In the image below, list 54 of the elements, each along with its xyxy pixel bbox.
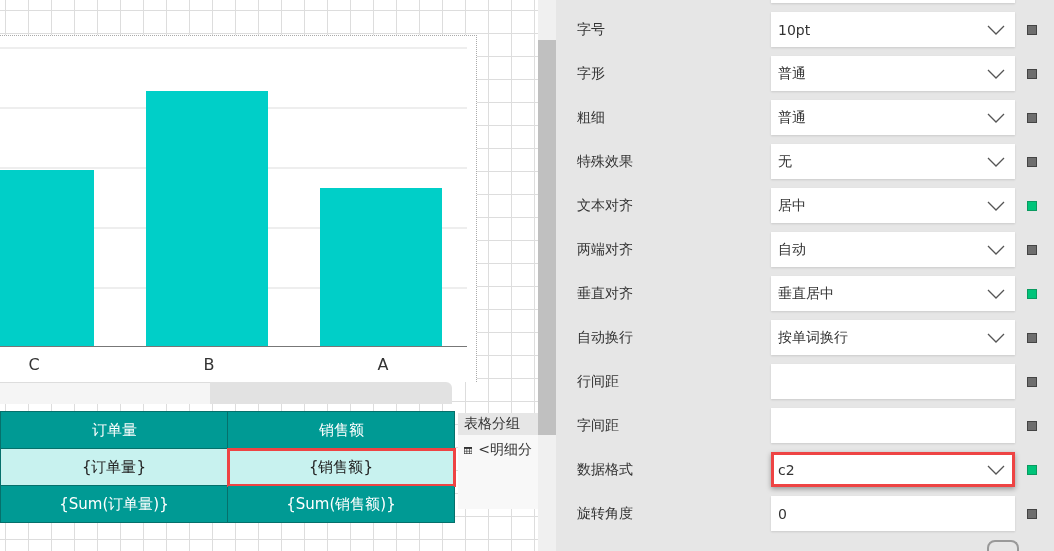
dropdown[interactable]: 自动 (771, 232, 1015, 268)
property-label: 文本对齐 (577, 196, 634, 215)
status-indicator[interactable] (1027, 244, 1037, 255)
status-indicator[interactable] (1027, 24, 1037, 35)
dropdown[interactable]: 按单词换行 (771, 320, 1015, 356)
axis-label: B (203, 355, 215, 374)
input-field[interactable]: 0 (771, 496, 1015, 532)
property-label: 字间距 (577, 416, 620, 435)
status-indicator[interactable] (1027, 376, 1037, 387)
status-indicator[interactable] (1027, 508, 1037, 519)
horizontal-scrollbar[interactable] (0, 382, 452, 404)
property-label: 字号 (577, 20, 606, 39)
dropdown[interactable]: 垂直居中 (771, 276, 1015, 312)
chevron-down-icon (987, 112, 1005, 123)
dropdown[interactable]: c2 (771, 452, 1015, 488)
dropdown[interactable]: 普通 (771, 56, 1015, 92)
table-header-cell: 订单量 (0, 411, 228, 449)
table-cell[interactable]: {销售额} (227, 448, 455, 486)
chevron-down-icon (987, 200, 1005, 211)
property-label: 行间距 (577, 372, 620, 391)
input-field[interactable] (771, 364, 1015, 400)
dropdown[interactable]: 居中 (771, 188, 1015, 224)
status-indicator[interactable] (1027, 332, 1037, 343)
property-label: 两端对齐 (577, 240, 634, 259)
dropdown[interactable]: 10pt (771, 12, 1015, 48)
property-label: 旋转角度 (577, 504, 634, 523)
dropdown[interactable]: 普通 (771, 100, 1015, 136)
property-label: 数据格式 (577, 460, 634, 479)
status-indicator[interactable] (1027, 112, 1037, 123)
table-cell[interactable]: {订单量} (0, 448, 228, 486)
property-label: 特殊效果 (577, 152, 634, 171)
chevron-down-icon (987, 464, 1005, 475)
status-indicator[interactable] (1027, 68, 1037, 79)
axis-label: C (28, 355, 40, 374)
chevron-down-icon (987, 68, 1005, 79)
status-indicator[interactable] (1027, 420, 1037, 431)
dropdown[interactable]: 无 (771, 144, 1015, 180)
chevron-down-icon (987, 156, 1005, 167)
chevron-down-icon (987, 288, 1005, 299)
input-field[interactable] (771, 408, 1015, 444)
property-label: 粗细 (577, 108, 606, 127)
chevron-down-icon (987, 332, 1005, 343)
group-item[interactable]: <明细分 (478, 441, 532, 459)
status-indicator[interactable] (1027, 156, 1037, 167)
chevron-down-icon (987, 244, 1005, 255)
property-label: 垂直对齐 (577, 284, 634, 303)
panel-title: 表格分组 (458, 413, 538, 435)
property-label: 自动换行 (577, 328, 634, 347)
table-header-cell: 销售额 (227, 411, 455, 449)
axis-label: A (377, 355, 389, 374)
chevron-down-icon (987, 24, 1005, 35)
property-label: 字形 (577, 64, 606, 83)
vertical-scrollbar[interactable] (538, 0, 556, 551)
table-icon (464, 444, 473, 456)
